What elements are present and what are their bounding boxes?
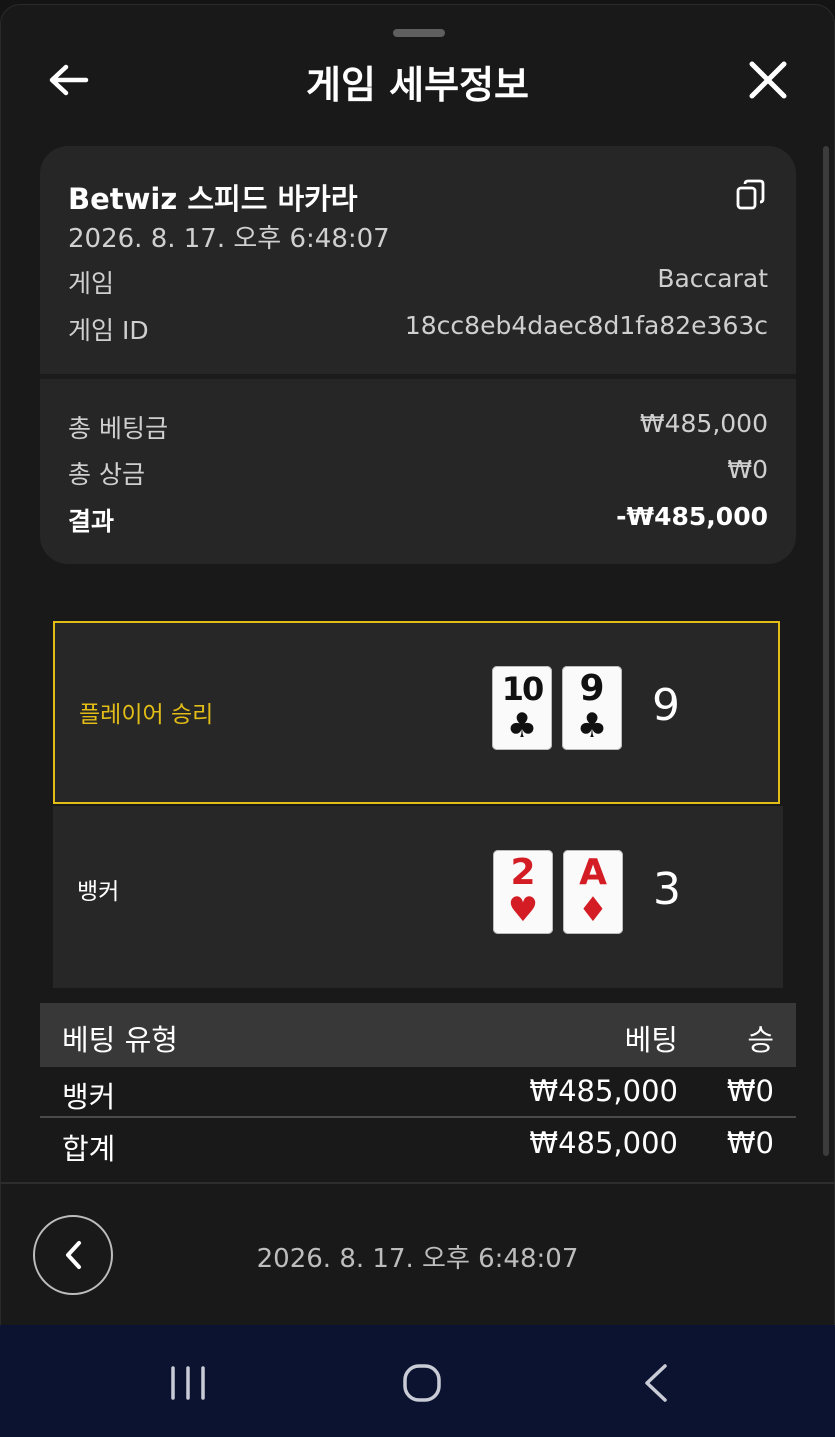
close-button[interactable]: [744, 56, 792, 104]
card-divider: [40, 374, 796, 379]
result-value: -₩485,000: [616, 502, 768, 531]
col-win: 승: [747, 1023, 774, 1057]
copy-icon: [736, 179, 765, 210]
table-divider: [40, 1116, 796, 1118]
result-label: 결과: [68, 507, 115, 536]
col-bet: 베팅: [624, 1023, 678, 1057]
playing-card: 9 ♣: [562, 666, 622, 750]
player-win-label: 플레이어 승리: [79, 702, 214, 728]
game-id-label: 게임 ID: [68, 316, 149, 345]
total-win-value: ₩0: [727, 455, 768, 484]
bet-amount: ₩485,000: [529, 1074, 678, 1108]
game-name: Betwiz 스피드 바카라: [68, 182, 358, 216]
total-win-amount: ₩0: [726, 1126, 774, 1160]
game-value: Baccarat: [657, 264, 768, 293]
club-suit-icon: ♣: [576, 706, 608, 746]
total-bet-amount: ₩485,000: [529, 1126, 678, 1160]
playing-card: A ♦: [563, 850, 623, 934]
sheet-drag-handle[interactable]: [393, 29, 445, 37]
playing-card: 10 ♣: [492, 666, 552, 750]
player-total: 9: [652, 680, 680, 731]
bet-type: 뱅커: [62, 1080, 116, 1114]
player-hand-row: 플레이어 승리 10 ♣ 9 ♣ 9: [53, 621, 780, 804]
table-total-row: 합계 ₩485,000 ₩0: [40, 1120, 796, 1170]
total-bet-value: ₩485,000: [639, 409, 768, 438]
back-icon: [645, 1364, 667, 1402]
recents-button[interactable]: [158, 1356, 218, 1412]
close-icon: [749, 61, 787, 99]
scrollbar[interactable]: [823, 146, 829, 1156]
game-summary-card: Betwiz 스피드 바카라 2026. 8. 17. 오후 6:48:07 게…: [40, 146, 796, 564]
banker-total: 3: [653, 864, 681, 915]
heart-suit-icon: ♥: [507, 890, 539, 930]
banker-label: 뱅커: [77, 879, 120, 905]
copy-button[interactable]: [734, 178, 768, 212]
page-title: 게임 세부정보: [306, 63, 529, 107]
system-back-button[interactable]: [627, 1356, 687, 1412]
col-bet-type: 베팅 유형: [62, 1023, 178, 1057]
total-label: 합계: [62, 1132, 116, 1166]
recents-icon: [171, 1366, 205, 1400]
club-suit-icon: ♣: [506, 706, 538, 746]
table-row: 뱅커 ₩485,000 ₩0: [40, 1068, 796, 1118]
card-rank: 10: [501, 670, 545, 708]
total-win-label: 총 상금: [68, 460, 145, 489]
home-button[interactable]: [392, 1356, 452, 1412]
card-rank: A: [579, 852, 607, 893]
footer-datetime: 2026. 8. 17. 오후 6:48:07: [256, 1244, 579, 1274]
win-amount: ₩0: [726, 1074, 774, 1108]
game-id-value: 18cc8eb4daec8d1fa82e363c: [404, 311, 768, 340]
game-datetime: 2026. 8. 17. 오후 6:48:07: [68, 224, 390, 254]
bets-table-header: 베팅 유형 베팅 승: [40, 1003, 796, 1067]
card-rank: 9: [579, 668, 605, 709]
card-rank: 2: [510, 852, 536, 893]
banker-hand-row: 뱅커 2 ♥ A ♦ 3: [53, 806, 783, 988]
playing-card: 2 ♥: [493, 850, 553, 934]
home-icon: [403, 1364, 441, 1402]
total-bet-label: 총 베팅금: [68, 414, 168, 443]
game-label: 게임: [68, 269, 115, 298]
diamond-suit-icon: ♦: [577, 890, 609, 930]
footer-divider: [0, 1182, 835, 1184]
